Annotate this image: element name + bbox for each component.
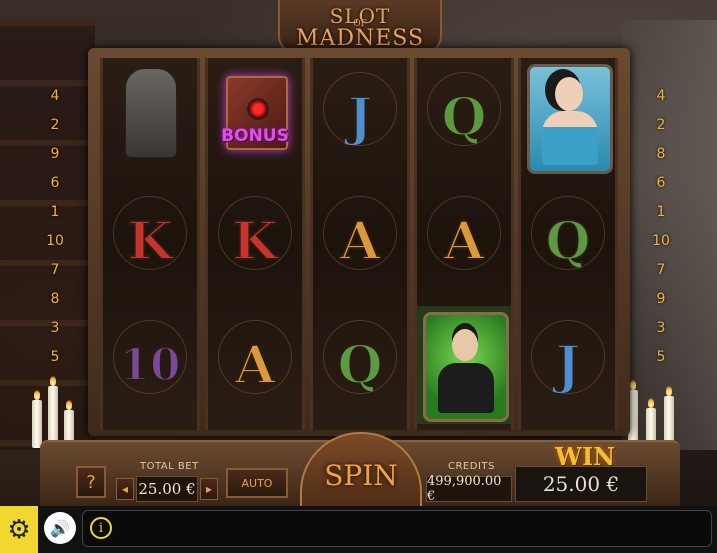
symbol-cell: A (417, 182, 511, 300)
info-bar (82, 510, 712, 547)
occult-circle-decoration (323, 72, 397, 146)
help-button[interactable]: ? (76, 466, 106, 498)
eye-icon (247, 98, 269, 120)
symbol-cell: BONUS (208, 58, 302, 176)
payline-number: 2 (50, 117, 60, 133)
occult-circle-decoration (323, 320, 397, 394)
payline-number: 8 (50, 291, 60, 307)
candle (48, 376, 58, 448)
gentleman-symbol (423, 312, 509, 422)
payline-number: 7 (50, 262, 60, 278)
auto-button[interactable]: AUTO (226, 468, 288, 498)
occult-circle-decoration (427, 196, 501, 270)
payline-number: 1 (50, 204, 60, 220)
payline-number: 9 (656, 291, 666, 307)
payline-number: 6 (656, 175, 666, 191)
gear-icon: ⚙ (7, 514, 31, 545)
occult-circle-decoration (427, 72, 501, 146)
candle (32, 390, 42, 448)
symbol-cell: A (313, 182, 407, 300)
win-value: 25.00 € (515, 466, 647, 502)
occult-circle-decoration (323, 196, 397, 270)
bonus-label: BONUS (221, 126, 289, 146)
increase-bet-button[interactable]: ▸ (200, 478, 218, 500)
reel-5: QJ (518, 58, 618, 430)
symbol-cell: K (103, 182, 197, 300)
symbol-cell: Q (521, 182, 615, 300)
credits-value: 499,900.00 € (426, 474, 512, 504)
payline-number: 9 (50, 146, 60, 162)
symbol-cell (417, 306, 511, 424)
occult-circle-decoration (531, 320, 605, 394)
total-bet-value: 25.00 € (136, 476, 198, 502)
occult-circle-decoration (113, 196, 187, 270)
occult-circle-decoration (113, 320, 187, 394)
payline-number: 4 (50, 88, 60, 104)
sound-button[interactable]: 🔊 (44, 512, 76, 544)
credits-label: CREDITS (448, 461, 495, 472)
reel-2: BONUS K A (205, 58, 305, 430)
symbol-cell: J (521, 306, 615, 424)
lady-symbol (527, 64, 613, 174)
portrait-head (452, 329, 478, 361)
symbol-cell (103, 58, 197, 176)
payline-numbers-left: 4 2 9 6 1 10 7 8 3 5 (44, 82, 66, 372)
portrait-head (555, 77, 583, 111)
payline-number: 2 (656, 117, 666, 133)
info-icon: i (98, 520, 104, 536)
occult-circle-decoration (531, 196, 605, 270)
settings-button[interactable]: ⚙ (0, 506, 38, 553)
payline-number: 3 (50, 320, 60, 336)
game-logo: SLOT OF MADNESS (278, 0, 442, 54)
payline-number: 10 (652, 233, 670, 249)
payline-number: 8 (656, 146, 666, 162)
symbol-cell: Q (313, 306, 407, 424)
total-bet-label: TOTAL BET (140, 461, 199, 472)
occult-circle-decoration (218, 196, 292, 270)
payline-number: 7 (656, 262, 666, 278)
payline-number: 10 (46, 233, 64, 249)
symbol-cell: A (208, 306, 302, 424)
payline-number: 1 (656, 204, 666, 220)
payline-number: 3 (656, 320, 666, 336)
decrease-bet-button[interactable]: ◂ (116, 478, 134, 500)
spin-label: SPIN (324, 458, 398, 492)
symbol-cell: K (208, 182, 302, 300)
reel-4: QA (414, 58, 514, 430)
payline-number: 6 (50, 175, 60, 191)
portrait-body (438, 363, 494, 413)
occult-circle-decoration (218, 320, 292, 394)
reel-1: K 10 (100, 58, 200, 430)
symbol-cell: 10 (103, 306, 197, 424)
info-button[interactable]: i (90, 517, 112, 539)
symbol-cell: Q (417, 58, 511, 176)
payline-numbers-right: 4 2 8 6 1 10 7 9 3 5 (650, 82, 672, 372)
speaker-icon: 🔊 (50, 518, 70, 538)
reel-3: JAQ (310, 58, 410, 430)
gargoyle-statue-symbol (125, 68, 177, 158)
payline-number: 5 (656, 349, 666, 365)
symbol-cell (521, 58, 615, 176)
symbol-cell: J (313, 58, 407, 176)
payline-number: 5 (50, 349, 60, 365)
portrait-body (542, 111, 598, 165)
payline-number: 4 (656, 88, 666, 104)
